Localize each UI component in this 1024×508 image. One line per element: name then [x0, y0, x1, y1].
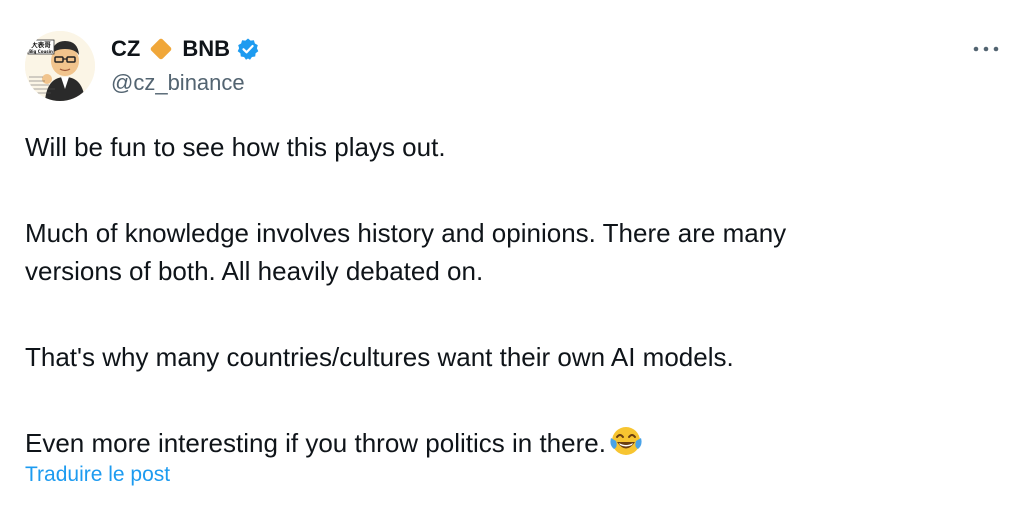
tweet-text: Will be fun to see how this plays out. M…: [25, 128, 985, 462]
display-name-right: BNB: [182, 36, 230, 61]
avatar-label-top: 大表哥: [31, 40, 51, 49]
more-icon: [973, 46, 999, 52]
translate-post-link[interactable]: Traduire le post: [25, 463, 170, 487]
tears-of-joy-emoji: [610, 427, 642, 455]
display-name-left: CZ: [111, 36, 141, 61]
display-name[interactable]: CZ BNB: [111, 36, 230, 62]
tweet-last-line: Even more interesting if you throw polit…: [25, 424, 985, 462]
tweet-line: That's why many countries/cultures want …: [25, 342, 734, 372]
avatar-image: 大表哥 Big Cousin: [25, 31, 95, 101]
more-options-button[interactable]: [968, 35, 1004, 63]
tweet-line: Much of knowledge involves history and o…: [25, 218, 787, 248]
diamond-icon: [151, 38, 172, 60]
tweet-line: Will be fun to see how this plays out.: [25, 132, 446, 162]
verified-icon[interactable]: [236, 37, 260, 61]
tweet-line: versions of both. All heavily debated on…: [25, 256, 484, 286]
author-handle[interactable]: @cz_binance: [111, 70, 245, 96]
avatar-label-sub: Big Cousin: [29, 49, 53, 54]
tweet-line: Even more interesting if you throw polit…: [25, 428, 606, 458]
author-name-row[interactable]: CZ BNB: [111, 34, 260, 64]
avatar[interactable]: 大表哥 Big Cousin: [25, 31, 95, 101]
